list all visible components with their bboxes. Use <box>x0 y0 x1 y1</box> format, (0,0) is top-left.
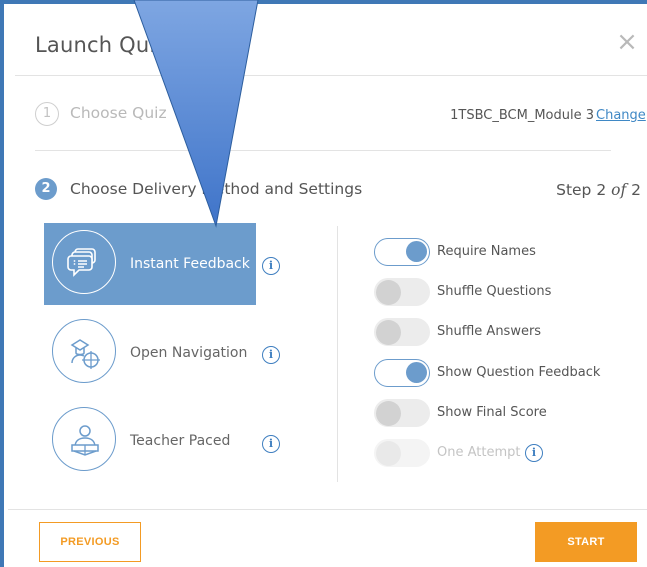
teacher-paced-icon <box>71 425 99 456</box>
footer-divider <box>8 509 647 510</box>
start-button[interactable]: START <box>535 522 637 562</box>
modal-title: Launch Quiz <box>35 33 167 57</box>
show-question-feedback-label: Show Question Feedback <box>437 365 601 380</box>
shuffle-questions-label: Shuffle Questions <box>437 284 552 299</box>
toggle-knob <box>406 241 427 262</box>
instant-feedback-icon-circle <box>52 230 116 294</box>
step-indicator-of: of <box>611 181 627 199</box>
step-1-number: 1 <box>35 102 59 126</box>
show-final-score-label: Show Final Score <box>437 405 547 420</box>
selected-quiz-name: 1TSBC_BCM_Module 3 <box>450 108 594 123</box>
launch-quiz-modal: Launch Quiz × 1 Choose Quiz 1TSBC_BCM_Mo… <box>4 4 647 567</box>
one-attempt-label: One Attempt <box>437 445 521 460</box>
step-1-label: Choose Quiz <box>70 104 167 122</box>
show-final-score-toggle[interactable] <box>374 399 430 427</box>
step-divider <box>35 150 611 151</box>
open-navigation-icon-circle <box>52 319 116 383</box>
method-open-navigation[interactable]: Open Navigation <box>44 312 256 394</box>
previous-button[interactable]: PREVIOUS <box>39 522 141 562</box>
toggle-knob <box>376 441 401 466</box>
show-question-feedback-toggle[interactable] <box>374 359 430 387</box>
method-teacher-paced[interactable]: Teacher Paced <box>44 400 256 482</box>
one-attempt-toggle <box>374 439 430 467</box>
step-indicator-suffix: 2 <box>626 181 641 199</box>
method-label: Open Navigation <box>130 345 248 361</box>
instant-feedback-icon <box>67 248 96 277</box>
require-names-label: Require Names <box>437 244 536 259</box>
teacher-paced-info-icon[interactable]: i <box>262 435 280 453</box>
toggle-knob <box>406 362 427 383</box>
open-navigation-info-icon[interactable]: i <box>262 346 280 364</box>
step-indicator-prefix: Step 2 <box>556 181 612 199</box>
method-instant-feedback[interactable]: Instant Feedback <box>44 223 256 305</box>
toggle-knob <box>376 401 401 426</box>
one-attempt-info-icon[interactable]: i <box>525 444 543 462</box>
require-names-toggle[interactable] <box>374 238 430 266</box>
method-label: Teacher Paced <box>130 433 231 449</box>
change-quiz-link[interactable]: Change <box>596 108 646 123</box>
step-2-label: Choose Delivery Method and Settings <box>70 180 363 198</box>
open-navigation-icon <box>70 339 100 369</box>
shuffle-questions-toggle[interactable] <box>374 278 430 306</box>
toggle-knob <box>376 320 401 345</box>
close-icon[interactable]: × <box>616 29 638 55</box>
shuffle-answers-label: Shuffle Answers <box>437 324 542 339</box>
shuffle-answers-toggle[interactable] <box>374 318 430 346</box>
header-divider <box>15 75 647 76</box>
toggle-knob <box>376 280 401 305</box>
method-label: Instant Feedback <box>130 256 250 272</box>
step-2-number: 2 <box>35 178 57 200</box>
settings-divider <box>337 226 338 482</box>
teacher-paced-icon-circle <box>52 407 116 471</box>
instant-feedback-info-icon[interactable]: i <box>262 257 280 275</box>
step-indicator: Step 2 of 2 <box>556 181 641 199</box>
